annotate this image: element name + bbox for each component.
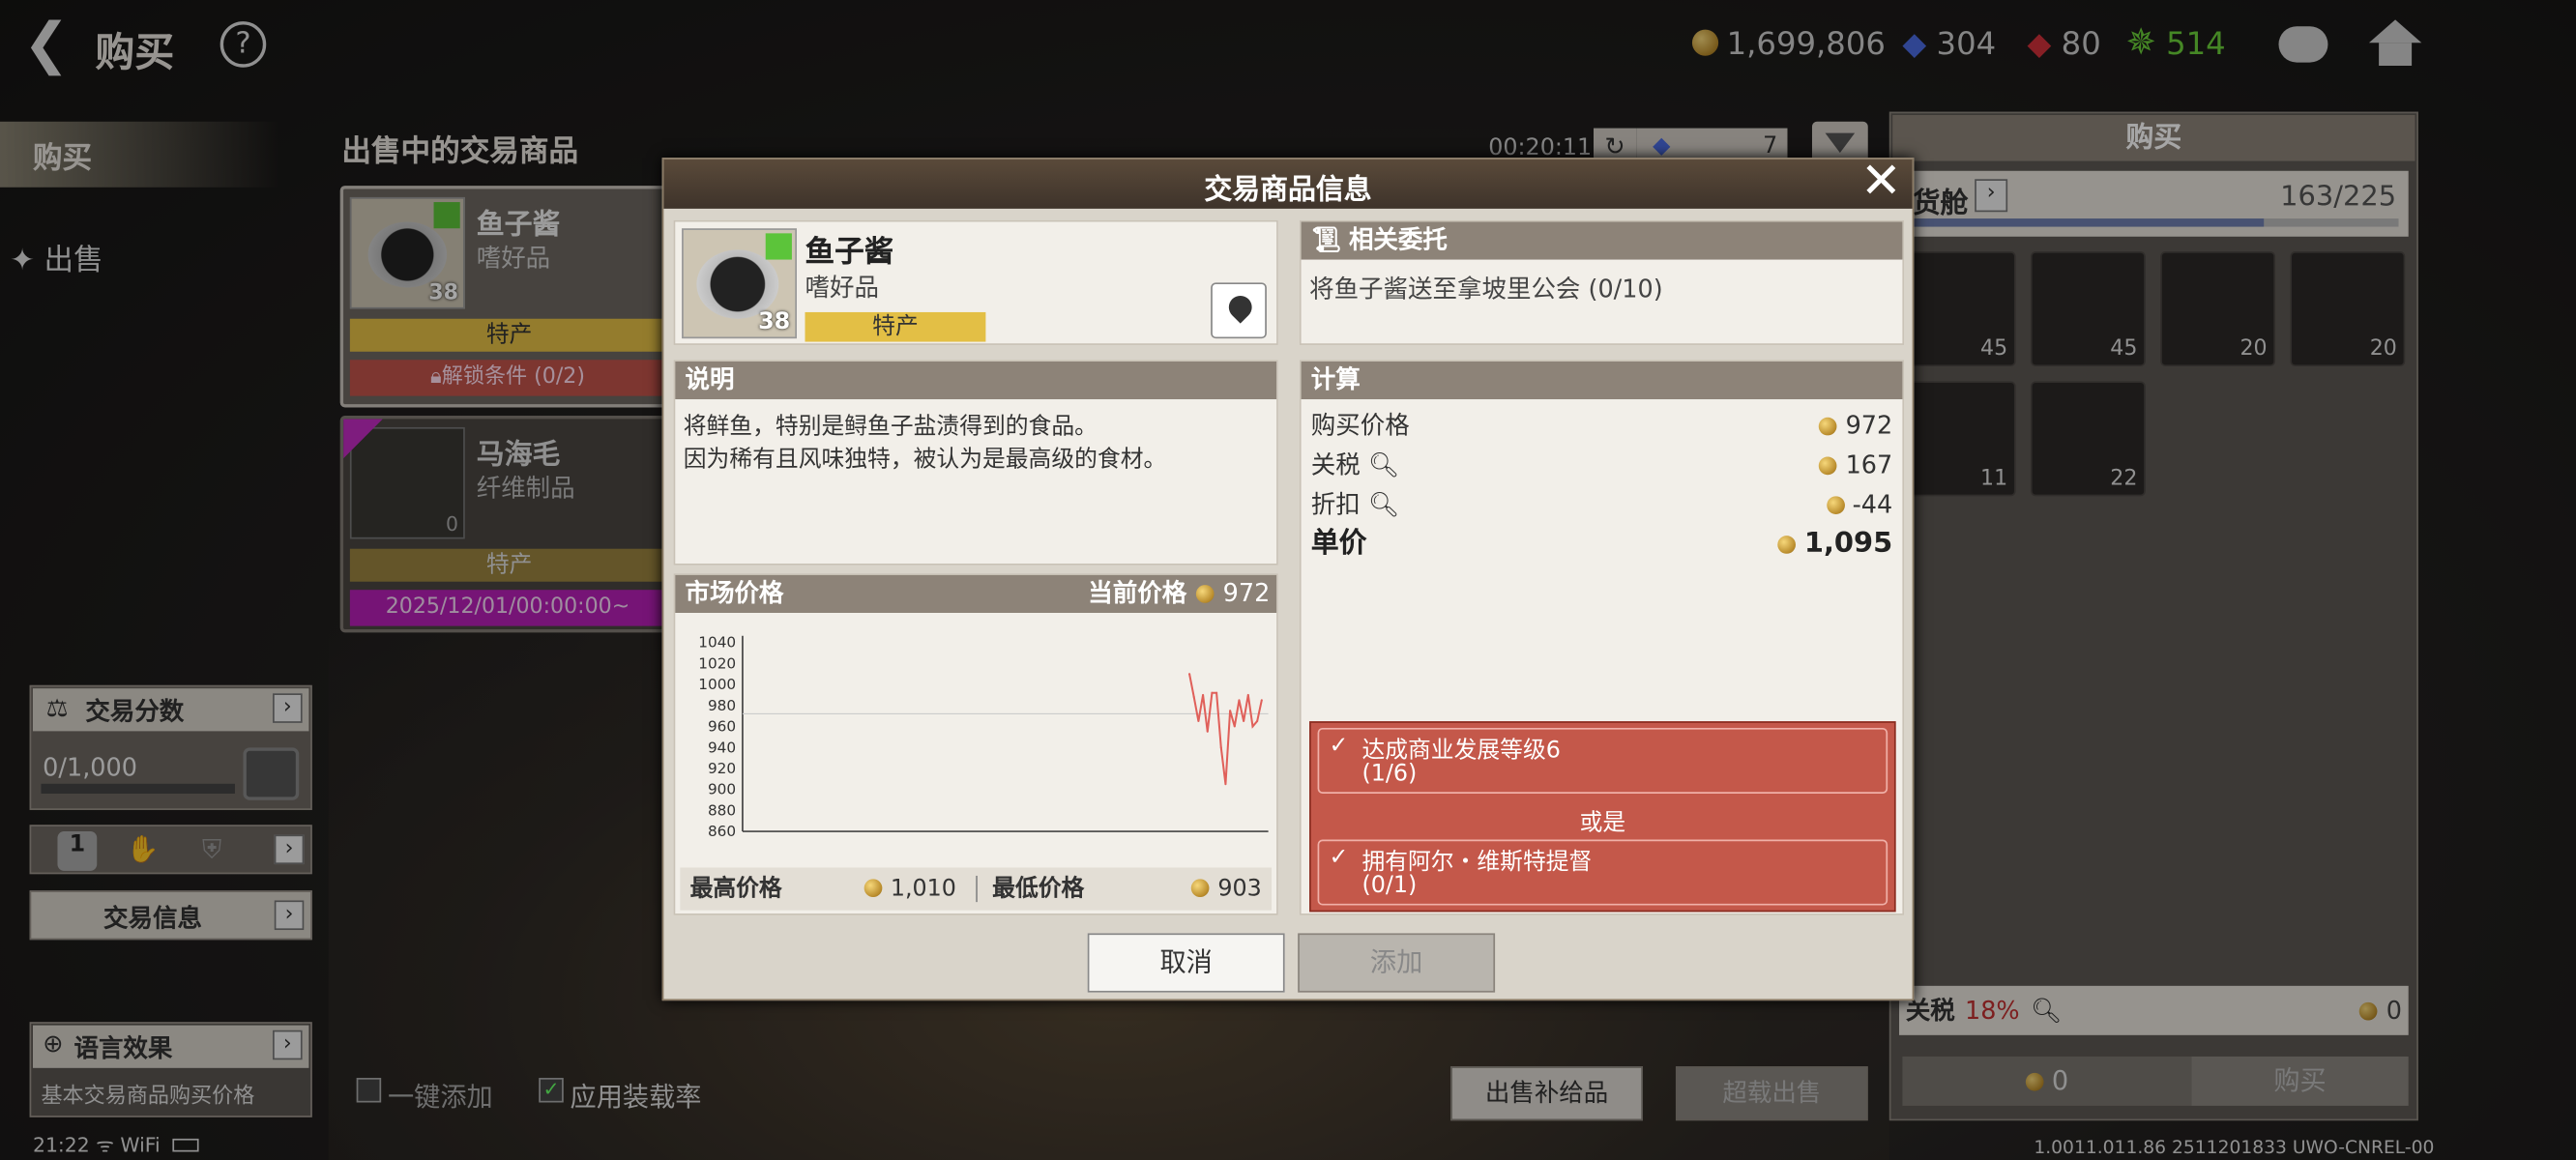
gold-coin-icon xyxy=(1191,879,1210,898)
low-price-value: 903 xyxy=(1217,875,1262,903)
y-tick-label: 920 xyxy=(708,760,736,777)
gold-coin-icon xyxy=(1819,456,1838,476)
low-price-label: 最低价格 xyxy=(992,875,1085,903)
high-price-label: 最高价格 xyxy=(689,875,782,903)
gold-coin-icon xyxy=(1826,496,1845,515)
price-point xyxy=(1219,746,1222,749)
price-point xyxy=(1211,691,1214,694)
cancel-button[interactable]: 取消 xyxy=(1087,933,1285,993)
close-icon[interactable]: ✕ xyxy=(1857,157,1906,209)
y-tick-label: 960 xyxy=(708,718,736,736)
price-point xyxy=(1233,725,1236,728)
requirement-item: ✓ 拥有阿尔・维斯特提督 (0/1) xyxy=(1317,839,1888,906)
item-thumbnail: 38 xyxy=(682,228,798,339)
gold-coin-icon xyxy=(1819,417,1838,436)
check-icon: ✓ xyxy=(1329,733,1349,760)
y-tick-label: 1000 xyxy=(698,676,736,693)
calc-row-unit: 单价 1,095 xyxy=(1302,524,1903,564)
calc-rows: 购买价格 972 关税 🔍︎ 167 折扣 🔍︎ -44 单价 1,095 xyxy=(1302,406,1903,564)
y-tick-label: 940 xyxy=(708,739,736,756)
price-point xyxy=(1188,673,1191,676)
price-point xyxy=(1251,725,1254,728)
price-point xyxy=(1260,699,1263,702)
quest-header: 📜︎ 相关委托 xyxy=(1301,221,1903,260)
price-point xyxy=(1229,710,1232,712)
market-price-header: 市场价格 当前价格 972 xyxy=(675,574,1277,613)
price-point xyxy=(1197,720,1200,723)
y-tick-label: 880 xyxy=(708,801,736,819)
calc-value: 167 xyxy=(1845,450,1893,480)
price-chart: 1040 1020 1000 980 960 940 920 900 880 860 xyxy=(698,634,1269,840)
divider xyxy=(976,875,978,903)
price-point xyxy=(1192,696,1195,699)
magnifier-icon[interactable]: 🔍︎ xyxy=(1368,490,1399,520)
price-point xyxy=(1224,783,1227,786)
market-price-title: 市场价格 xyxy=(685,578,784,608)
requirement-progress: (0/1) xyxy=(1361,872,1418,899)
y-tick-label: 1020 xyxy=(698,654,736,672)
gold-coin-icon xyxy=(1196,585,1215,603)
item-name: 鱼子酱 xyxy=(805,235,894,270)
gold-coin-icon xyxy=(864,879,883,898)
calc-label: 关税 xyxy=(1310,450,1361,480)
unit-price-label: 单价 xyxy=(1310,527,1367,561)
y-tick-label: 900 xyxy=(708,781,736,798)
magnifier-icon[interactable]: 🔍︎ xyxy=(1368,450,1399,480)
check-icon: ✓ xyxy=(1329,844,1349,871)
y-tick-label: 980 xyxy=(708,697,736,714)
add-button[interactable]: 添加 xyxy=(1298,933,1496,993)
current-price-value: 972 xyxy=(1222,578,1271,608)
price-point xyxy=(1238,699,1241,702)
description-line: 将鲜鱼，特别是鲟鱼子盐渍得到的食品。 xyxy=(683,414,1098,441)
price-point xyxy=(1202,693,1205,696)
map-pin-icon xyxy=(1223,291,1257,324)
requirement-item: ✓ 达成商业发展等级6 (1/6) xyxy=(1317,727,1888,794)
unit-price-value: 1,095 xyxy=(1803,527,1893,561)
quest-text[interactable]: 将鱼子酱送至拿坡里公会 (0/10) xyxy=(1309,271,1663,305)
y-tick-label: 860 xyxy=(708,823,736,840)
requirement-progress: (1/6) xyxy=(1361,760,1418,788)
quest-title: 相关委托 xyxy=(1348,224,1448,255)
gold-coin-icon xyxy=(1777,536,1797,554)
high-price-value: 1,010 xyxy=(890,875,956,903)
item-category: 嗜好品 xyxy=(805,273,879,303)
price-point xyxy=(1256,720,1259,723)
calc-row-purchase: 购买价格 972 xyxy=(1302,406,1903,446)
quest-marker-icon xyxy=(765,233,792,260)
price-point xyxy=(1206,730,1209,733)
or-label: 或是 xyxy=(1579,809,1626,837)
price-series-line xyxy=(1188,673,1263,785)
calc-value: -44 xyxy=(1852,489,1893,520)
price-range-row: 最高价格 1,010 最低价格 903 xyxy=(680,867,1273,911)
price-point xyxy=(1246,693,1249,696)
trade-info-modal: 交易商品信息 ✕ 38 鱼子酱 嗜好品 特产 说明 将鲜鱼，特别是鲟鱼子盐渍得到… xyxy=(661,157,1915,1001)
current-price-label: 当前价格 xyxy=(1088,578,1187,608)
specialty-tag: 特产 xyxy=(805,311,986,342)
calc-row-tax: 关税 🔍︎ 167 xyxy=(1302,446,1903,485)
location-button[interactable] xyxy=(1211,282,1267,339)
modal-title: 交易商品信息 xyxy=(1204,174,1372,208)
item-qty: 38 xyxy=(758,308,791,335)
calc-label: 购买价格 xyxy=(1310,410,1410,441)
description-line: 因为稀有且风味独特，被认为是最高级的食材。 xyxy=(683,447,1167,474)
calc-label: 折扣 xyxy=(1310,489,1361,520)
price-point xyxy=(1243,720,1245,723)
calc-row-discount: 折扣 🔍︎ -44 xyxy=(1302,484,1903,524)
scroll-icon: 📜︎ xyxy=(1310,224,1343,255)
y-tick-label: 1040 xyxy=(698,634,736,652)
description-header: 说明 xyxy=(675,361,1277,400)
calc-value: 972 xyxy=(1845,410,1893,441)
calc-header: 计算 xyxy=(1301,361,1903,400)
price-point xyxy=(1215,691,1218,694)
